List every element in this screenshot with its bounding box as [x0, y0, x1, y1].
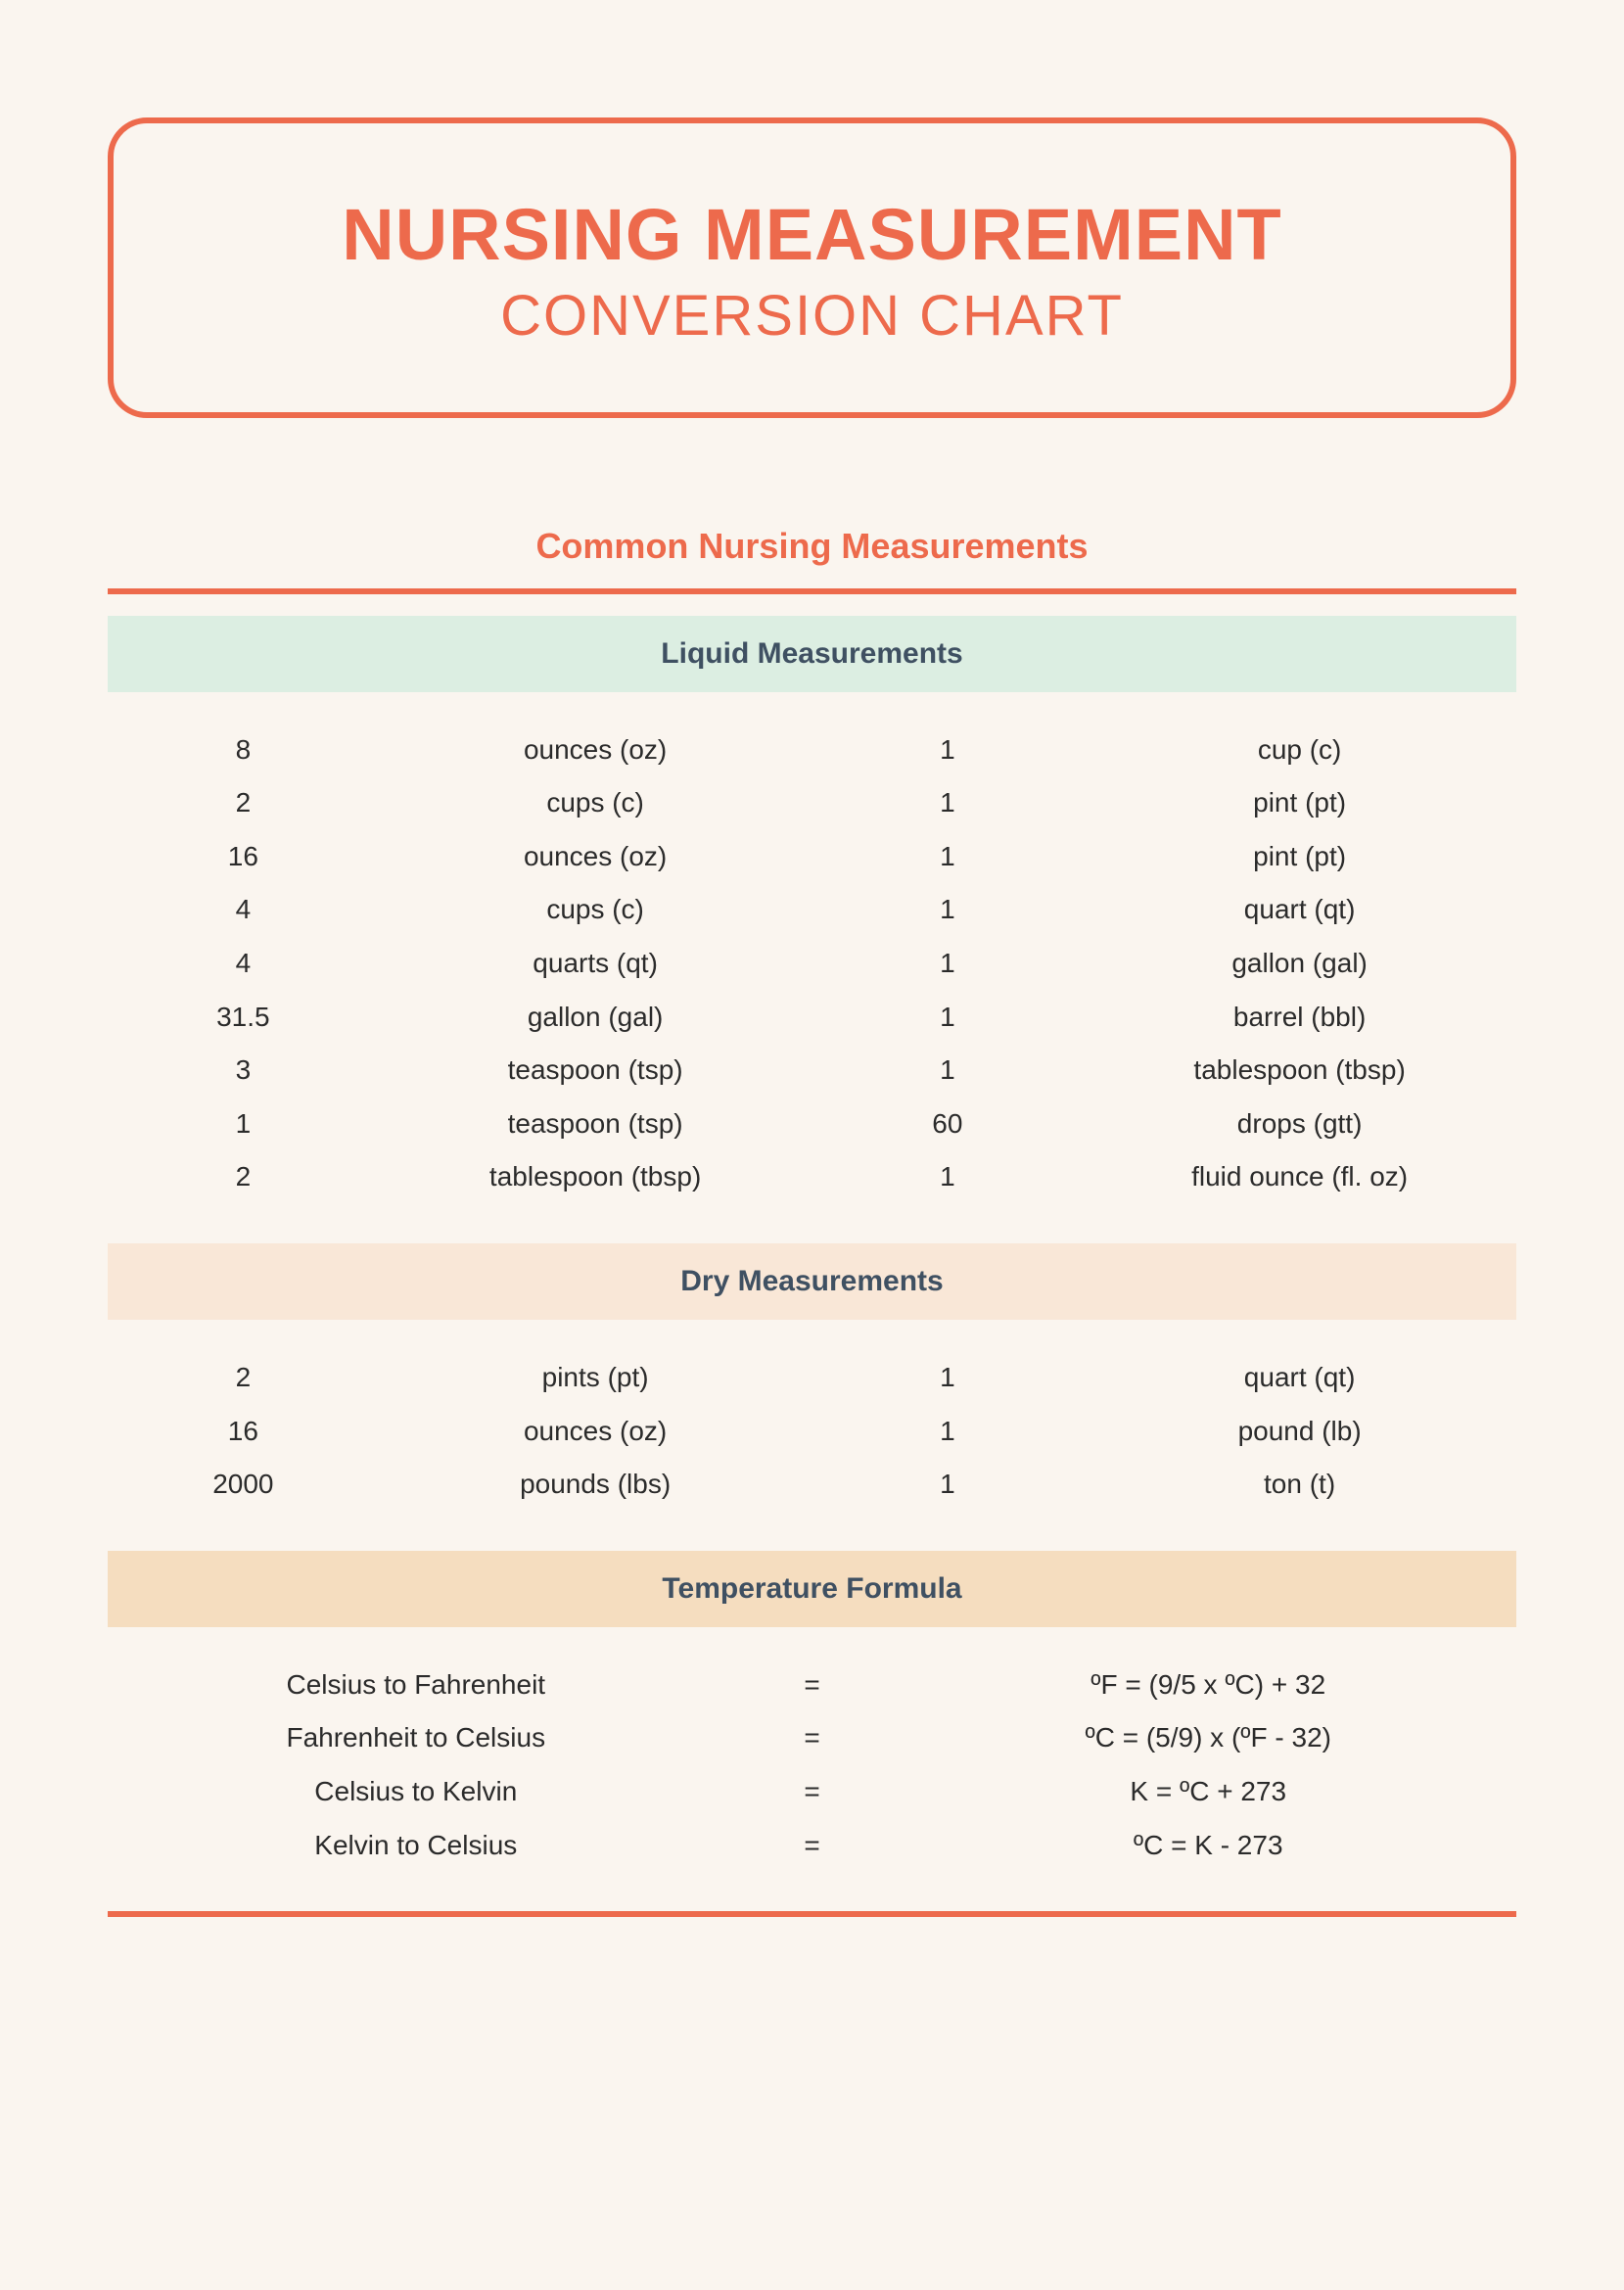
cell: 2	[108, 776, 379, 830]
dry-header: Dry Measurements	[108, 1243, 1516, 1320]
cell: drops (gtt)	[1083, 1098, 1516, 1151]
table-row: 3teaspoon (tsp)1tablespoon (tbsp)	[108, 1044, 1516, 1098]
table-row: 16ounces (oz)1pound (lb)	[108, 1405, 1516, 1459]
cell: 1	[812, 883, 1084, 937]
divider-top	[108, 588, 1516, 594]
cell: pint (pt)	[1083, 776, 1516, 830]
cell: quart (qt)	[1083, 883, 1516, 937]
cell: barrel (bbl)	[1083, 991, 1516, 1045]
title-main: NURSING MEASUREMENT	[153, 197, 1471, 273]
table-row: 2pints (pt)1quart (qt)	[108, 1351, 1516, 1405]
table-row: 31.5gallon (gal)1barrel (bbl)	[108, 991, 1516, 1045]
liquid-header: Liquid Measurements	[108, 616, 1516, 692]
cell: 1	[812, 1351, 1084, 1405]
cell: 1	[812, 1405, 1084, 1459]
cell: ounces (oz)	[379, 830, 812, 884]
cell: 1	[812, 776, 1084, 830]
cell: tablespoon (tbsp)	[1083, 1044, 1516, 1098]
cell: 1	[812, 1044, 1084, 1098]
cell: quart (qt)	[1083, 1351, 1516, 1405]
cell: 2	[108, 1150, 379, 1204]
cell: cups (c)	[379, 776, 812, 830]
cell: 3	[108, 1044, 379, 1098]
cell: pounds (lbs)	[379, 1458, 812, 1512]
temperature-header: Temperature Formula	[108, 1551, 1516, 1627]
cell: 1	[108, 1098, 379, 1151]
cell: ounces (oz)	[379, 724, 812, 777]
cell: 8	[108, 724, 379, 777]
cell: pint (pt)	[1083, 830, 1516, 884]
cell: gallon (gal)	[379, 991, 812, 1045]
cell: teaspoon (tsp)	[379, 1098, 812, 1151]
cell: =	[724, 1765, 901, 1819]
table-row: 2tablespoon (tbsp)1fluid ounce (fl. oz)	[108, 1150, 1516, 1204]
table-row: 4cups (c)1quart (qt)	[108, 883, 1516, 937]
title-sub: CONVERSION CHART	[153, 283, 1471, 349]
table-row: 2000pounds (lbs)1ton (t)	[108, 1458, 1516, 1512]
cell: fluid ounce (fl. oz)	[1083, 1150, 1516, 1204]
cell: 1	[812, 991, 1084, 1045]
cell: ton (t)	[1083, 1458, 1516, 1512]
cell: 31.5	[108, 991, 379, 1045]
cell: 1	[812, 1458, 1084, 1512]
liquid-rows: 8ounces (oz)1cup (c)2cups (c)1pint (pt)1…	[108, 692, 1516, 1243]
temperature-rows: Celsius to Fahrenheit=ºF = (9/5 x ºC) + …	[108, 1627, 1516, 1911]
cell: =	[724, 1819, 901, 1873]
cell: pints (pt)	[379, 1351, 812, 1405]
cell: ºC = (5/9) x (ºF - 32)	[900, 1711, 1516, 1765]
cell: quarts (qt)	[379, 937, 812, 991]
cell: Celsius to Kelvin	[108, 1765, 724, 1819]
table-row: Celsius to Kelvin=K = ºC + 273	[108, 1765, 1516, 1819]
cell: 1	[812, 937, 1084, 991]
table-row: Fahrenheit to Celsius=ºC = (5/9) x (ºF -…	[108, 1711, 1516, 1765]
cell: 16	[108, 830, 379, 884]
table-row: 2cups (c)1pint (pt)	[108, 776, 1516, 830]
cell: pound (lb)	[1083, 1405, 1516, 1459]
cell: 4	[108, 937, 379, 991]
table-row: 16ounces (oz)1pint (pt)	[108, 830, 1516, 884]
cell: =	[724, 1659, 901, 1712]
table-row: Kelvin to Celsius=ºC = K - 273	[108, 1819, 1516, 1873]
cell: gallon (gal)	[1083, 937, 1516, 991]
cell: ºC = K - 273	[900, 1819, 1516, 1873]
cell: 2000	[108, 1458, 379, 1512]
cell: 60	[812, 1098, 1084, 1151]
cell: Kelvin to Celsius	[108, 1819, 724, 1873]
cell: ºF = (9/5 x ºC) + 32	[900, 1659, 1516, 1712]
cell: tablespoon (tbsp)	[379, 1150, 812, 1204]
dry-rows: 2pints (pt)1quart (qt)16ounces (oz)1poun…	[108, 1320, 1516, 1551]
cell: cup (c)	[1083, 724, 1516, 777]
section-heading: Common Nursing Measurements	[108, 526, 1516, 567]
cell: cups (c)	[379, 883, 812, 937]
cell: =	[724, 1711, 901, 1765]
cell: 1	[812, 830, 1084, 884]
table-row: Celsius to Fahrenheit=ºF = (9/5 x ºC) + …	[108, 1659, 1516, 1712]
table-row: 8ounces (oz)1cup (c)	[108, 724, 1516, 777]
cell: Fahrenheit to Celsius	[108, 1711, 724, 1765]
cell: 1	[812, 1150, 1084, 1204]
table-row: 4quarts (qt)1gallon (gal)	[108, 937, 1516, 991]
cell: 4	[108, 883, 379, 937]
cell: Celsius to Fahrenheit	[108, 1659, 724, 1712]
cell: 1	[812, 724, 1084, 777]
cell: ounces (oz)	[379, 1405, 812, 1459]
table-row: 1teaspoon (tsp)60drops (gtt)	[108, 1098, 1516, 1151]
title-box: NURSING MEASUREMENT CONVERSION CHART	[108, 117, 1516, 418]
cell: K = ºC + 273	[900, 1765, 1516, 1819]
cell: teaspoon (tsp)	[379, 1044, 812, 1098]
cell: 2	[108, 1351, 379, 1405]
cell: 16	[108, 1405, 379, 1459]
